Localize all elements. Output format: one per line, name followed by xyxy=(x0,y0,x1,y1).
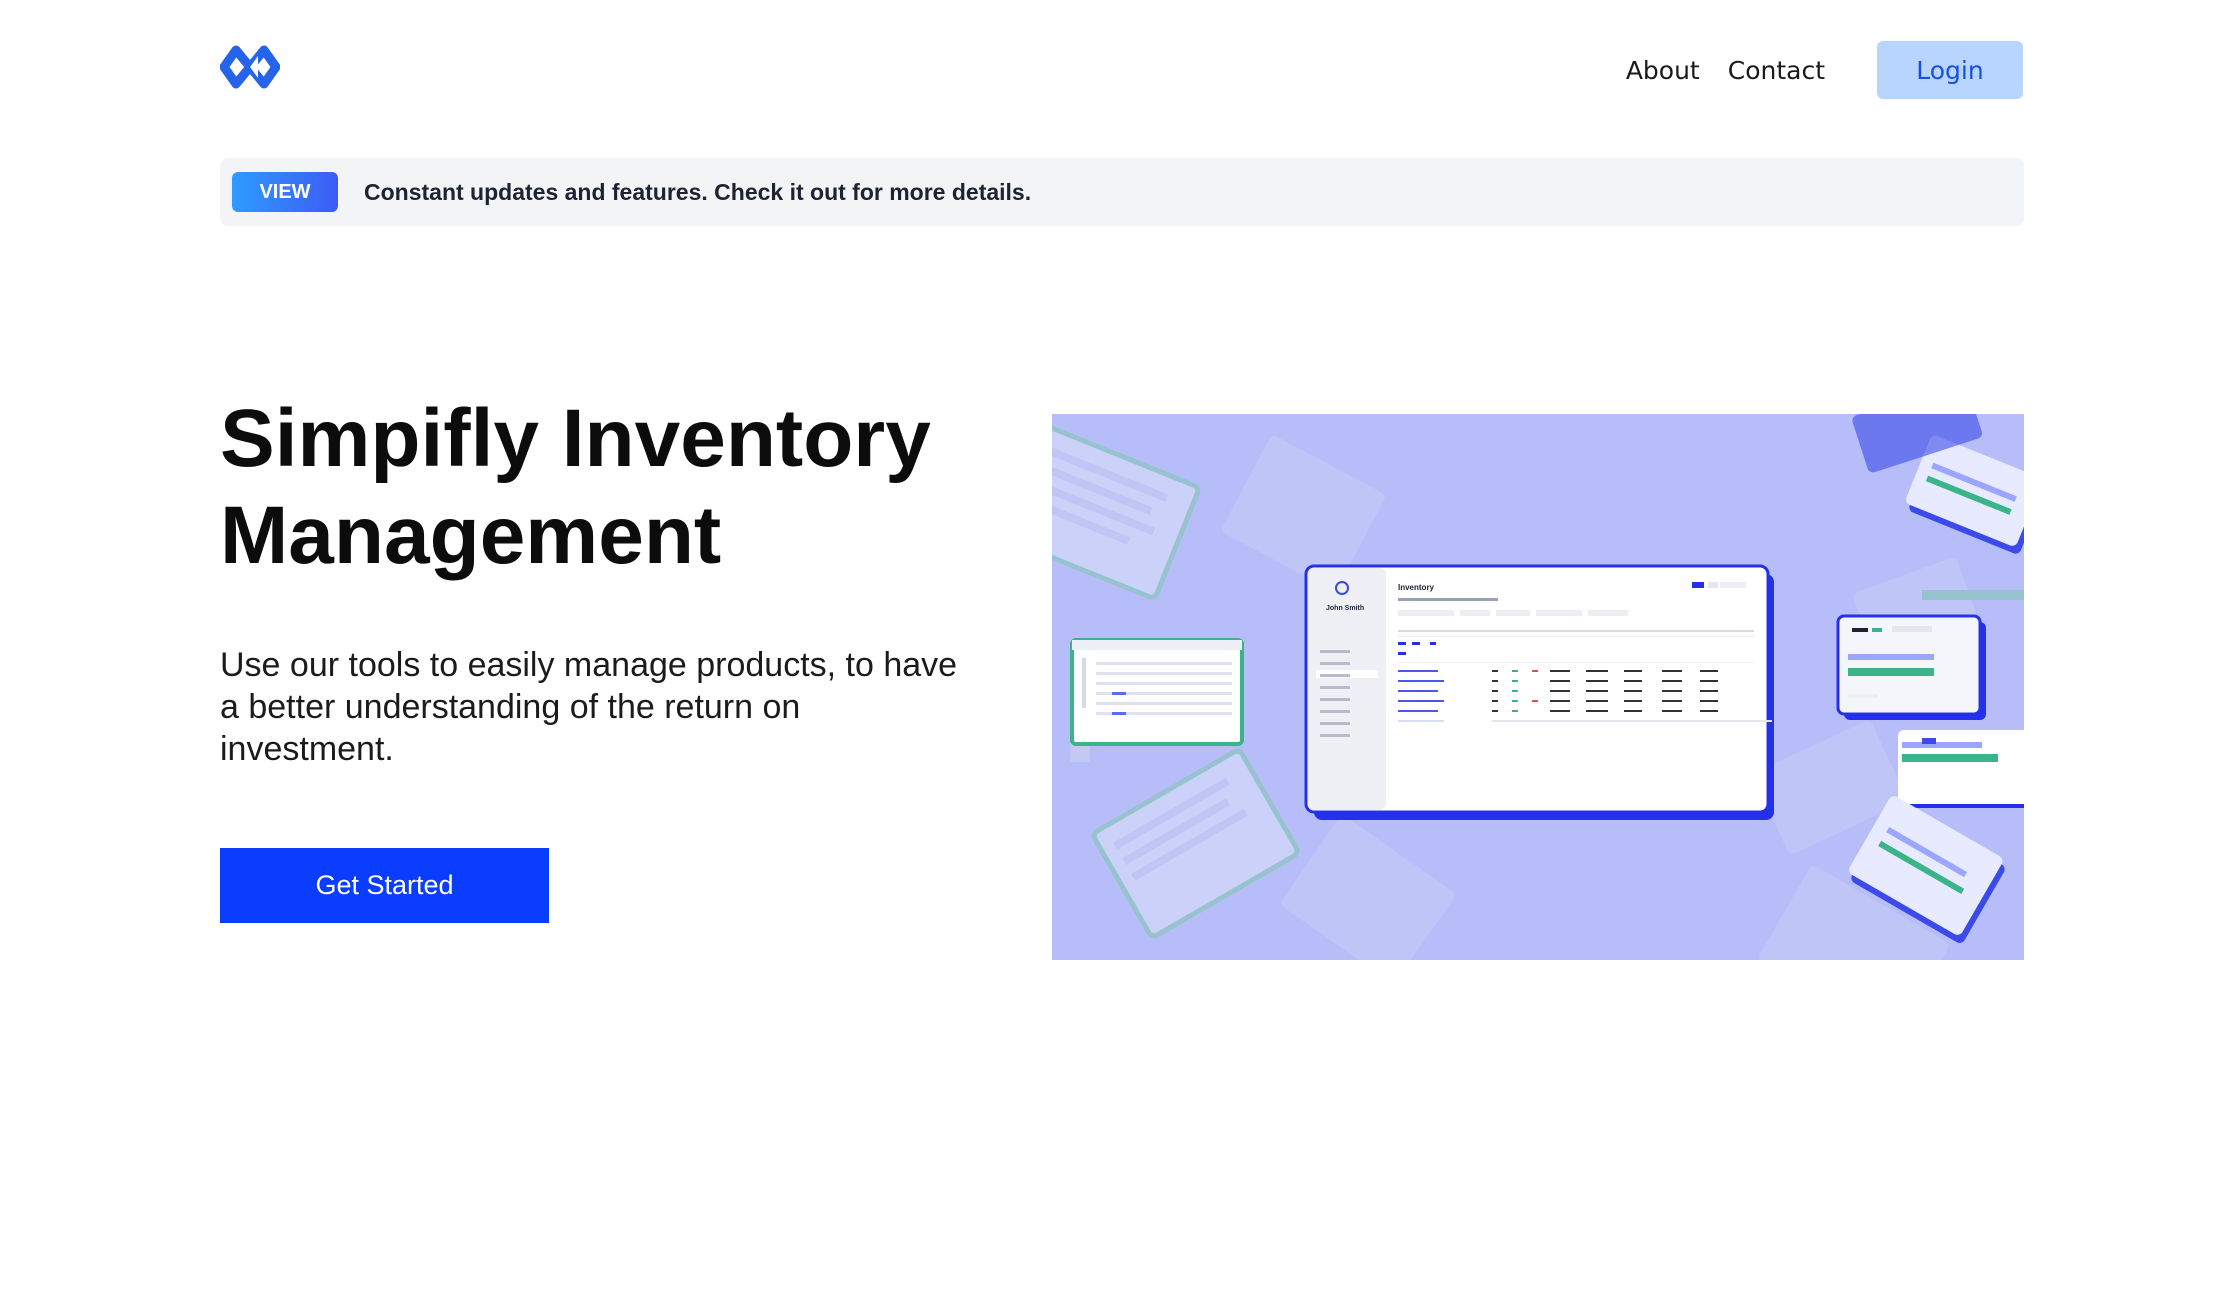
illustration-user-name: John Smith xyxy=(1326,605,1364,612)
nav-about-link[interactable]: About xyxy=(1626,56,1700,85)
illustration-panel-title: Inventory xyxy=(1398,583,1435,592)
top-nav: About Contact Login xyxy=(1598,40,2023,100)
login-button[interactable]: Login xyxy=(1877,41,2023,99)
hero-subtitle: Use our tools to easily manage products,… xyxy=(220,646,958,768)
view-badge-button[interactable]: VIEW xyxy=(232,172,338,212)
announcement-banner: VIEW Constant updates and features. Chec… xyxy=(220,158,2024,226)
get-started-button[interactable]: Get Started xyxy=(220,848,549,923)
banner-text: Constant updates and features. Check it … xyxy=(364,178,1032,205)
hero-illustration: John Smith Inventory xyxy=(1052,414,2024,960)
hero-title: Simpifly Inventory Management xyxy=(220,393,931,581)
logo-icon[interactable] xyxy=(219,44,281,90)
nav-contact-link[interactable]: Contact xyxy=(1728,56,1825,85)
